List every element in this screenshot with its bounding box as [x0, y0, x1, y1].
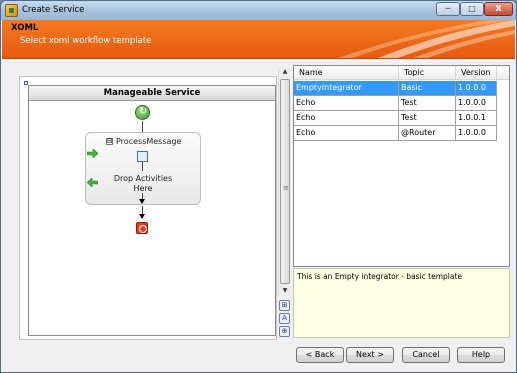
help-button[interactable]: Help	[457, 347, 505, 363]
collapse-icon[interactable]: ⊟	[106, 138, 113, 145]
cell-version: 1.0.0.0	[456, 81, 497, 96]
fit-to-page-icon[interactable]: ⊞	[279, 300, 290, 311]
cell-topic: @Router	[399, 126, 456, 141]
find-icon[interactable]: A	[279, 313, 290, 324]
cell-topic: Test	[399, 111, 456, 126]
column-header-name[interactable]: Name	[294, 66, 399, 80]
cell-name: Echo	[294, 96, 399, 111]
workflow-end-icon	[136, 222, 148, 234]
title-bar[interactable]: Create Service ─ □ X	[1, 1, 516, 20]
connector-line	[142, 121, 143, 132]
cell-topic: Basic	[399, 81, 456, 96]
template-description-panel: This is an Empty integrator - basic temp…	[293, 268, 510, 338]
arrow-down-icon	[139, 214, 145, 219]
create-service-window: Create Service ─ □ X XOML Select xoml wo…	[0, 0, 517, 373]
column-header-topic[interactable]: Topic	[399, 66, 456, 80]
table-row[interactable]: Echo @Router 1.0.0.0	[294, 126, 509, 141]
template-description: This is an Empty integrator - basic temp…	[297, 272, 463, 281]
green-arrow-icon	[87, 178, 98, 187]
drop-target-icon[interactable]	[137, 151, 148, 162]
table-row[interactable]: Echo Test 1.0.0.0	[294, 96, 509, 111]
cell-version: 1.0.0.1	[456, 111, 497, 126]
header-banner: XOML Select xoml workflow template	[2, 20, 515, 59]
cell-topic: Test	[399, 96, 456, 111]
table-row[interactable]: EmptyIntegrator Basic 1.0.0.0	[294, 81, 509, 96]
zoom-icon[interactable]: ⊕	[279, 326, 290, 337]
window-title: Create Service	[22, 5, 85, 15]
drop-label-line-2: Here	[133, 184, 153, 193]
activity-frame-title: Manageable Service	[29, 86, 275, 101]
minimize-button[interactable]: ─	[436, 2, 460, 16]
arrow-down-icon	[139, 199, 145, 204]
green-arrow-icon	[87, 149, 98, 158]
back-button[interactable]: < Back	[296, 347, 344, 363]
close-button[interactable]: X	[484, 2, 513, 16]
process-message-title: ProcessMessage	[116, 137, 182, 146]
connector-line	[142, 206, 143, 214]
grip-icon: ≡	[283, 184, 289, 192]
table-row[interactable]: Echo Test 1.0.0.1	[294, 111, 509, 126]
scroll-thumb[interactable]: ≡	[280, 79, 290, 284]
maximize-button[interactable]: □	[460, 2, 484, 16]
app-icon	[5, 4, 18, 17]
scroll-down-arrow[interactable]: ▼	[279, 286, 291, 296]
cancel-button[interactable]: Cancel	[402, 347, 450, 363]
next-button[interactable]: Next >	[346, 347, 394, 363]
cell-name: EmptyIntegrator	[294, 81, 399, 96]
template-grid[interactable]: Name Topic Version EmptyIntegrator Basic…	[293, 65, 510, 267]
scroll-up-arrow[interactable]: ▲	[279, 67, 291, 77]
designer-vertical-scrollbar[interactable]: ▲ ≡ ▼	[278, 67, 290, 296]
manageable-service-activity[interactable]: Manageable Service	[28, 85, 276, 336]
drop-label-line-1: Drop Activities	[113, 174, 173, 183]
column-header-version[interactable]: Version	[456, 66, 497, 80]
grid-header: Name Topic Version	[294, 66, 509, 80]
drop-activities-label: Drop Activities Here	[113, 174, 173, 194]
banner-subtitle: Select xoml workflow template	[20, 36, 152, 46]
banner-title: XOML	[11, 23, 39, 33]
banner-swoosh-graphic	[337, 20, 515, 58]
connector-line	[142, 162, 143, 171]
cell-name: Echo	[294, 111, 399, 126]
cell-name: Echo	[294, 126, 399, 141]
workflow-start-icon	[135, 105, 150, 120]
cell-version: 1.0.0.0	[456, 126, 497, 141]
cell-version: 1.0.0.0	[456, 96, 497, 111]
